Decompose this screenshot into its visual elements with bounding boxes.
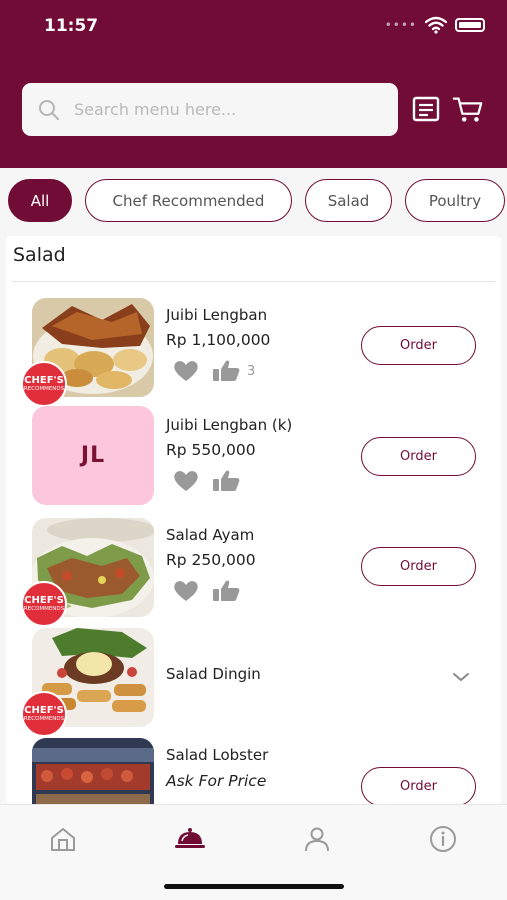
tab-info[interactable] (423, 819, 463, 859)
chef-recommends-badge: CHEF'S RECOMMENDS (21, 581, 67, 627)
signal-icon: •••• (384, 18, 417, 32)
item-price: Ask For Price (166, 772, 267, 790)
item-price: Rp 550,000 (166, 441, 256, 459)
status-icons: •••• (385, 16, 485, 34)
badge-line1: CHEF'S (24, 705, 64, 716)
item-name: Juibi Lengban (k) (166, 416, 293, 434)
user-icon (305, 827, 329, 852)
chip-salad[interactable]: Salad (305, 179, 392, 222)
item-price: Rp 1,100,000 (166, 331, 271, 349)
menu-item[interactable]: Salad Lobster Ask For Price Order (6, 738, 501, 804)
reactions: 3 (171, 359, 255, 383)
divider (12, 281, 495, 282)
search-input[interactable] (74, 100, 374, 119)
thumbs-up-icon[interactable] (211, 469, 241, 493)
menu-item[interactable]: CHEF'S RECOMMENDS Salad Ayam Rp 250,000 … (6, 518, 501, 628)
item-name: Salad Lobster (166, 746, 269, 764)
home-icon (51, 828, 75, 851)
info-icon (430, 826, 456, 852)
wifi-icon (425, 16, 447, 34)
order-button[interactable]: Order (361, 326, 476, 365)
category-filter-bar: All Chef Recommended Salad Poultry (0, 168, 507, 234)
menu-item[interactable]: CHEF'S RECOMMENDS Juibi Lengban Rp 1,100… (6, 298, 501, 408)
menu-item[interactable]: CHEF'S RECOMMENDS Salad Dingin (6, 628, 501, 738)
status-time: 11:57 (44, 16, 99, 36)
order-button[interactable]: Order (361, 547, 476, 586)
section-title: Salad (13, 244, 66, 266)
cart-icon[interactable] (452, 94, 484, 124)
chip-poultry[interactable]: Poultry (405, 179, 505, 222)
badge-line2: RECOMMENDS (23, 716, 65, 722)
chevron-down-icon[interactable] (451, 671, 471, 683)
menu-section-card: Salad CHEF'S RECOMMENDS Juibi Lengban Rp… (6, 236, 501, 804)
chip-chef-recommended[interactable]: Chef Recommended (85, 179, 292, 222)
tab-menu[interactable] (170, 819, 210, 859)
heart-icon[interactable] (171, 579, 201, 603)
badge-line1: CHEF'S (24, 595, 64, 606)
chip-all[interactable]: All (8, 179, 72, 222)
receipt-icon[interactable] (410, 94, 442, 124)
battery-icon (455, 18, 485, 32)
app-header: 11:57 •••• (0, 0, 507, 168)
item-name: Salad Dingin (166, 665, 261, 683)
item-name: Juibi Lengban (166, 306, 268, 324)
chef-recommends-badge: CHEF'S RECOMMENDS (21, 691, 67, 737)
search-bar[interactable] (22, 83, 398, 136)
cloche-icon (175, 828, 205, 848)
initials-avatar: JL (32, 406, 154, 505)
menu-item[interactable]: JL Juibi Lengban (k) Rp 550,000 Order (6, 406, 501, 516)
tab-profile[interactable] (297, 819, 337, 859)
badge-line1: CHEF'S (24, 375, 64, 386)
thumbs-up-icon[interactable] (211, 359, 241, 383)
badge-line2: RECOMMENDS (23, 386, 65, 392)
item-price: Rp 250,000 (166, 551, 256, 569)
thumbs-up-icon[interactable] (211, 579, 241, 603)
search-icon (39, 99, 59, 120)
badge-line2: RECOMMENDS (23, 606, 65, 612)
like-count: 3 (247, 363, 256, 379)
food-photo (32, 738, 154, 804)
reactions (171, 579, 241, 603)
heart-icon[interactable] (171, 469, 201, 493)
order-button[interactable]: Order (361, 437, 476, 476)
order-button[interactable]: Order (361, 767, 476, 804)
chef-recommends-badge: CHEF'S RECOMMENDS (21, 361, 67, 407)
item-name: Salad Ayam (166, 526, 255, 544)
home-indicator (164, 884, 344, 889)
reactions (171, 469, 241, 493)
tab-home[interactable] (43, 819, 83, 859)
heart-icon[interactable] (171, 359, 201, 383)
